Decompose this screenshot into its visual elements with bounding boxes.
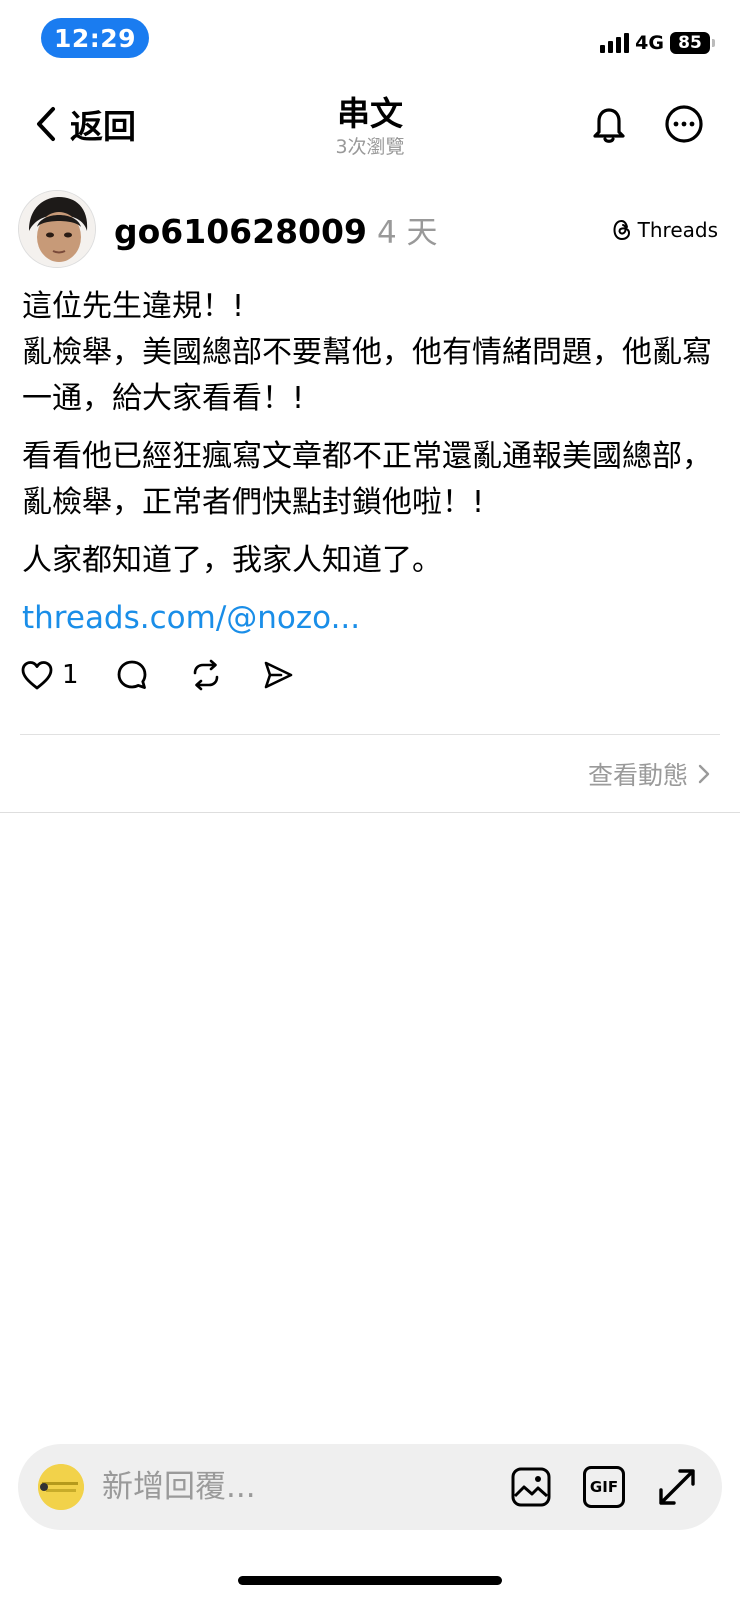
bell-icon xyxy=(593,108,625,143)
like-count: 1 xyxy=(62,660,79,690)
post-timestamp: 4 天 xyxy=(376,215,438,251)
post-actions: 1 xyxy=(20,658,295,692)
like-button[interactable]: 1 xyxy=(20,659,79,691)
add-image-button[interactable] xyxy=(510,1466,552,1512)
chevron-right-icon xyxy=(698,764,710,784)
image-icon xyxy=(511,1467,551,1507)
home-indicator[interactable] xyxy=(238,1576,502,1585)
reply-composer: GIF xyxy=(18,1444,722,1530)
more-icon xyxy=(665,105,703,143)
network-type: 4G xyxy=(635,32,664,54)
user-avatar-image xyxy=(38,1464,84,1510)
threads-source-label: Threads xyxy=(637,218,718,242)
gif-button[interactable]: GIF xyxy=(583,1466,625,1508)
reply-input[interactable] xyxy=(102,1464,402,1510)
author-username[interactable]: go610628009 xyxy=(114,212,367,251)
author-avatar[interactable] xyxy=(18,190,96,268)
post-paragraph: 這位先生違規！! 亂檢舉，美國總部不要幫他，他有情緒問題，他亂寫一通，給大家看看… xyxy=(22,289,712,416)
more-options-button[interactable] xyxy=(664,104,704,148)
threads-source-badge[interactable]: Threads xyxy=(612,218,718,242)
view-count: 3次瀏覽 xyxy=(335,136,405,158)
user-avatar xyxy=(38,1464,84,1510)
heart-icon xyxy=(21,661,53,690)
reply-button[interactable] xyxy=(115,658,149,692)
divider xyxy=(20,734,720,735)
status-time: 12:29 xyxy=(41,18,149,58)
post-paragraph: 看看他已經狂瘋寫文章都不正常還亂通報美國總部，亂檢舉，正常者們快點封鎖他啦！! xyxy=(22,439,712,520)
post-paragraph: 人家都知道了，我家人知道了。 xyxy=(22,543,442,578)
gif-label: GIF xyxy=(589,1478,619,1496)
expand-composer-button[interactable] xyxy=(656,1466,698,1512)
author-row: go610628009 4 天 xyxy=(114,207,438,252)
expand-icon xyxy=(659,1469,695,1505)
battery-level: 85 xyxy=(678,33,702,53)
signal-icon xyxy=(600,33,630,53)
view-activity-label: 查看動態 xyxy=(587,761,688,790)
status-indicators: 4G 85 xyxy=(600,30,715,56)
post-body: 這位先生違規！! 亂檢舉，美國總部不要幫他，他有情緒問題，他亂寫一通，給大家看看… xyxy=(22,284,712,596)
notification-button[interactable] xyxy=(590,104,628,148)
share-button[interactable] xyxy=(261,658,295,692)
battery-icon: 85 xyxy=(670,32,715,54)
send-icon xyxy=(264,661,292,689)
threads-logo-icon xyxy=(613,219,630,241)
avatar-image xyxy=(19,191,95,267)
page-title: 串文 xyxy=(337,94,403,133)
nav-title-group: 串文 3次瀏覽 xyxy=(0,94,740,160)
post-link[interactable]: threads.com/@nozo... xyxy=(22,600,360,636)
divider xyxy=(0,812,740,813)
view-activity-link[interactable]: 查看動態 xyxy=(588,756,710,792)
repost-button[interactable] xyxy=(189,658,223,692)
repost-icon xyxy=(193,659,218,691)
comment-icon xyxy=(117,660,146,689)
